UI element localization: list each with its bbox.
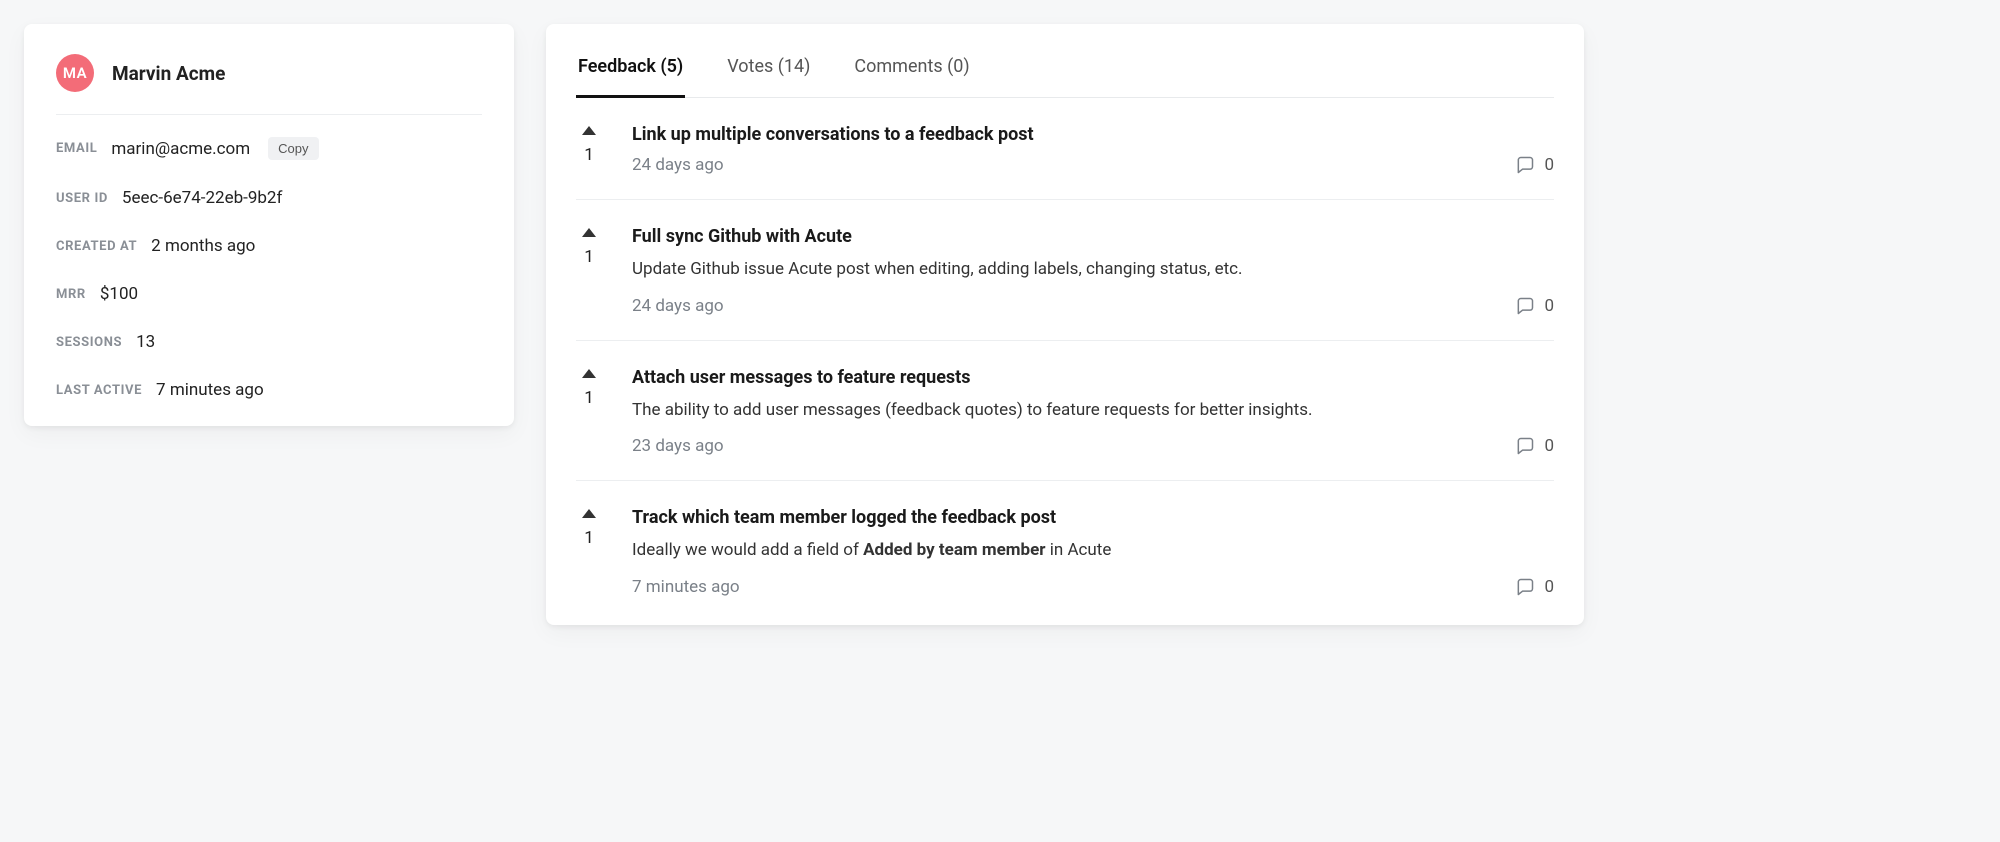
field-label: CREATED AT <box>56 239 137 254</box>
feedback-description: The ability to add user messages (feedba… <box>632 398 1554 423</box>
comments-indicator[interactable]: 0 <box>1514 296 1554 316</box>
user-profile-card: MA Marvin Acme EMAIL marin@acme.com Copy… <box>24 24 514 426</box>
field-label: LAST ACTIVE <box>56 383 142 398</box>
feedback-content: Attach user messages to feature requests… <box>632 367 1554 457</box>
field-label: SESSIONS <box>56 335 122 350</box>
upvote-icon[interactable] <box>582 126 596 135</box>
field-last-active: LAST ACTIVE 7 minutes ago <box>56 380 482 400</box>
field-mrr: MRR $100 <box>56 284 482 304</box>
profile-header: MA Marvin Acme <box>56 54 482 115</box>
field-sessions: SESSIONS 13 <box>56 332 482 352</box>
field-created-at: CREATED AT 2 months ago <box>56 236 482 256</box>
feedback-panel: Feedback (5) Votes (14) Comments (0) 1 L… <box>546 24 1584 625</box>
feedback-description: Update Github issue Acute post when edit… <box>632 257 1554 282</box>
vote-control: 1 <box>576 507 602 597</box>
comments-indicator[interactable]: 0 <box>1514 577 1554 597</box>
comments-count: 0 <box>1544 155 1554 175</box>
vote-control: 1 <box>576 226 602 316</box>
upvote-icon[interactable] <box>582 228 596 237</box>
field-label: EMAIL <box>56 141 97 156</box>
feedback-content: Link up multiple conversations to a feed… <box>632 124 1554 175</box>
field-value: $100 <box>100 284 138 304</box>
feedback-title: Track which team member logged the feedb… <box>632 507 1554 528</box>
feedback-title: Link up multiple conversations to a feed… <box>632 124 1554 145</box>
tab-votes[interactable]: Votes (14) <box>725 42 812 98</box>
tab-comments[interactable]: Comments (0) <box>852 42 971 98</box>
comments-count: 0 <box>1544 296 1554 316</box>
feedback-time: 24 days ago <box>632 296 724 316</box>
field-email: EMAIL marin@acme.com Copy <box>56 137 482 160</box>
vote-count: 1 <box>584 388 594 408</box>
feedback-content: Full sync Github with Acute Update Githu… <box>632 226 1554 316</box>
copy-button[interactable]: Copy <box>268 137 318 160</box>
feedback-item[interactable]: 1 Track which team member logged the fee… <box>576 481 1554 621</box>
comment-icon <box>1514 155 1536 175</box>
feedback-title: Attach user messages to feature requests <box>632 367 1554 388</box>
comments-indicator[interactable]: 0 <box>1514 155 1554 175</box>
comments-indicator[interactable]: 0 <box>1514 436 1554 456</box>
field-value: 7 minutes ago <box>156 380 264 400</box>
comments-count: 0 <box>1544 436 1554 456</box>
feedback-item[interactable]: 1 Full sync Github with Acute Update Git… <box>576 200 1554 341</box>
comment-icon <box>1514 577 1536 597</box>
feedback-description: Ideally we would add a field of Added by… <box>632 538 1554 563</box>
feedback-content: Track which team member logged the feedb… <box>632 507 1554 597</box>
profile-name: Marvin Acme <box>112 62 225 85</box>
feedback-time: 24 days ago <box>632 155 724 175</box>
feedback-time: 23 days ago <box>632 436 724 456</box>
field-value: 5eec-6e74-22eb-9b2f <box>122 188 283 208</box>
field-user-id: USER ID 5eec-6e74-22eb-9b2f <box>56 188 482 208</box>
field-value: 13 <box>136 332 155 352</box>
feedback-time: 7 minutes ago <box>632 577 740 597</box>
comments-count: 0 <box>1544 577 1554 597</box>
feedback-item[interactable]: 1 Attach user messages to feature reques… <box>576 341 1554 482</box>
upvote-icon[interactable] <box>582 369 596 378</box>
feedback-item[interactable]: 1 Link up multiple conversations to a fe… <box>576 98 1554 200</box>
vote-count: 1 <box>584 528 594 548</box>
tabs: Feedback (5) Votes (14) Comments (0) <box>576 42 1554 98</box>
vote-count: 1 <box>584 247 594 267</box>
feedback-list: 1 Link up multiple conversations to a fe… <box>576 98 1554 621</box>
field-value: 2 months ago <box>151 236 255 256</box>
comment-icon <box>1514 296 1536 316</box>
field-value: marin@acme.com <box>111 139 250 159</box>
vote-control: 1 <box>576 367 602 457</box>
field-label: MRR <box>56 287 86 302</box>
upvote-icon[interactable] <box>582 509 596 518</box>
avatar: MA <box>56 54 94 92</box>
comment-icon <box>1514 436 1536 456</box>
feedback-title: Full sync Github with Acute <box>632 226 1554 247</box>
field-label: USER ID <box>56 191 108 206</box>
tab-feedback[interactable]: Feedback (5) <box>576 42 685 98</box>
vote-control: 1 <box>576 124 602 175</box>
vote-count: 1 <box>584 145 594 165</box>
